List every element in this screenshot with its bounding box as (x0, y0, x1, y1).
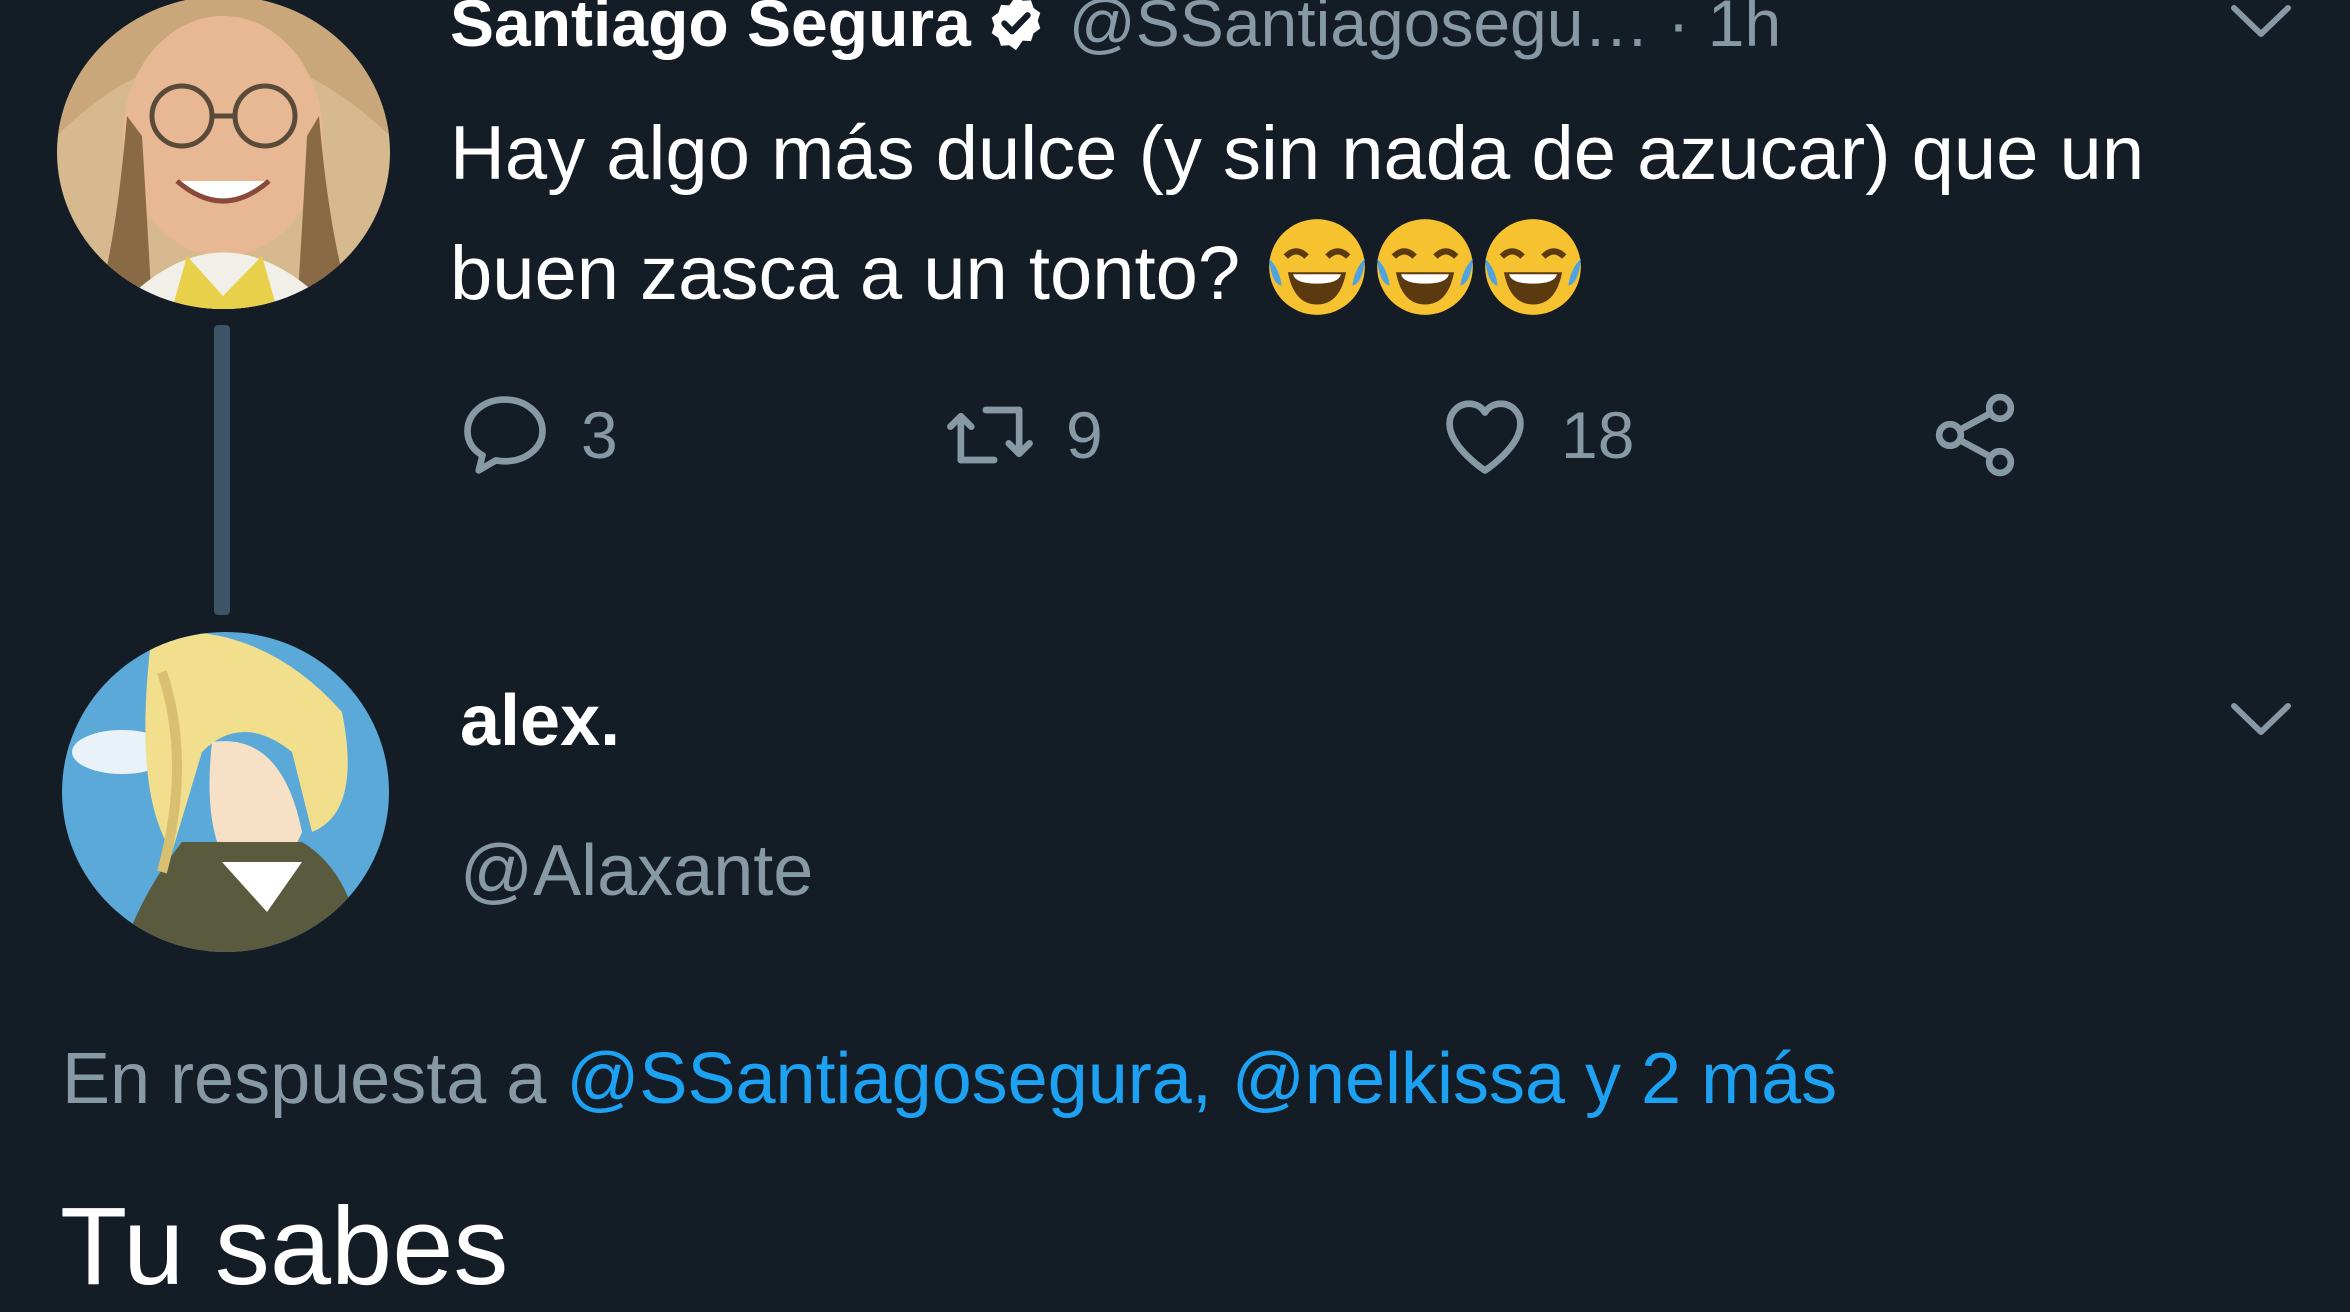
reply-icon (464, 396, 546, 474)
replying-to-line: En respuesta a @SSantiagosegura, @nelkis… (62, 1038, 1837, 1120)
tweet-text: Hay algo más dulce (y sin nada de azucar… (450, 94, 2150, 334)
reply-button[interactable]: 3 (455, 380, 618, 490)
verified-badge-icon (991, 0, 1041, 51)
like-count: 18 (1561, 398, 1635, 472)
tweet-time: · 1h (1667, 0, 1782, 60)
chevron-down-icon[interactable] (2226, 698, 2296, 742)
retweet-button[interactable]: 9 (940, 380, 1103, 490)
reply-count: 3 (581, 398, 618, 472)
author-handle[interactable]: @SSantiagosegu… (1069, 0, 1650, 61)
retweet-count: 9 (1066, 398, 1103, 472)
replying-to-label: En respuesta a (62, 1039, 547, 1119)
santiago-avatar[interactable] (57, 0, 390, 309)
share-icon (1935, 393, 2015, 477)
laughing-emoji-icon (1269, 219, 1366, 315)
like-button[interactable]: 18 (1435, 380, 1634, 490)
thread-connector-line (214, 325, 230, 615)
reply-text: Tu sabes (60, 1185, 509, 1308)
retweet-icon (947, 406, 1033, 464)
alex-avatar[interactable] (62, 632, 389, 952)
laughing-emoji-icon (1485, 219, 1582, 315)
laughing-emoji-icon (1377, 219, 1474, 315)
author-name[interactable]: Santiago Segura (450, 0, 971, 61)
tweet-header: Santiago Segura @SSantiagosegu… · 1h (450, 0, 1781, 68)
heart-icon (1446, 400, 1524, 474)
chevron-down-icon[interactable] (2226, 0, 2296, 44)
reply-author-name[interactable]: alex. (460, 680, 620, 762)
reply-author-handle[interactable]: @Alaxante (460, 830, 813, 912)
tweet-actions: 3 9 18 (455, 380, 2055, 490)
share-button[interactable] (1925, 380, 2025, 490)
replying-to-mentions[interactable]: @SSantiagosegura, @nelkissa y 2 más (566, 1039, 1837, 1119)
